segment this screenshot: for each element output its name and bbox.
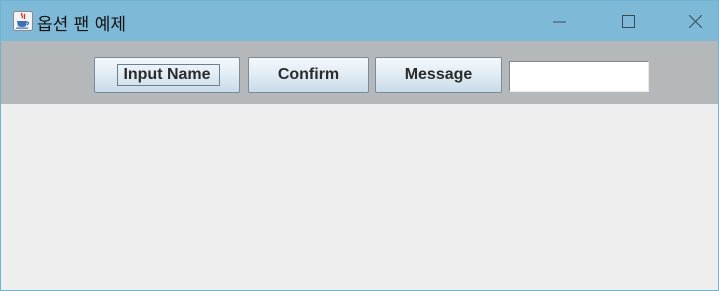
window-title: 옵션 팬 예제	[37, 15, 127, 35]
maximize-button[interactable]	[605, 1, 651, 41]
input-name-button-label: Input Name	[123, 66, 211, 83]
maximize-icon	[622, 15, 635, 28]
java-coffee-cup-icon	[13, 11, 33, 31]
input-name-button[interactable]: Input Name	[94, 57, 240, 93]
toolbar-panel: Input Name Confirm Message	[1, 41, 718, 104]
app-window: 옵션 팬 예제 Input Name Confirm Message	[0, 0, 719, 291]
confirm-button-label: Confirm	[277, 66, 340, 83]
close-icon	[689, 15, 702, 28]
confirm-button[interactable]: Confirm	[248, 57, 369, 93]
message-button-label: Message	[404, 66, 473, 83]
close-button[interactable]	[672, 1, 718, 41]
minimize-icon	[553, 21, 566, 23]
message-button[interactable]: Message	[375, 57, 502, 93]
minimize-button[interactable]	[536, 1, 582, 41]
text-field[interactable]	[509, 61, 649, 92]
title-bar[interactable]: 옵션 팬 예제	[1, 1, 718, 41]
content-area	[1, 104, 718, 290]
